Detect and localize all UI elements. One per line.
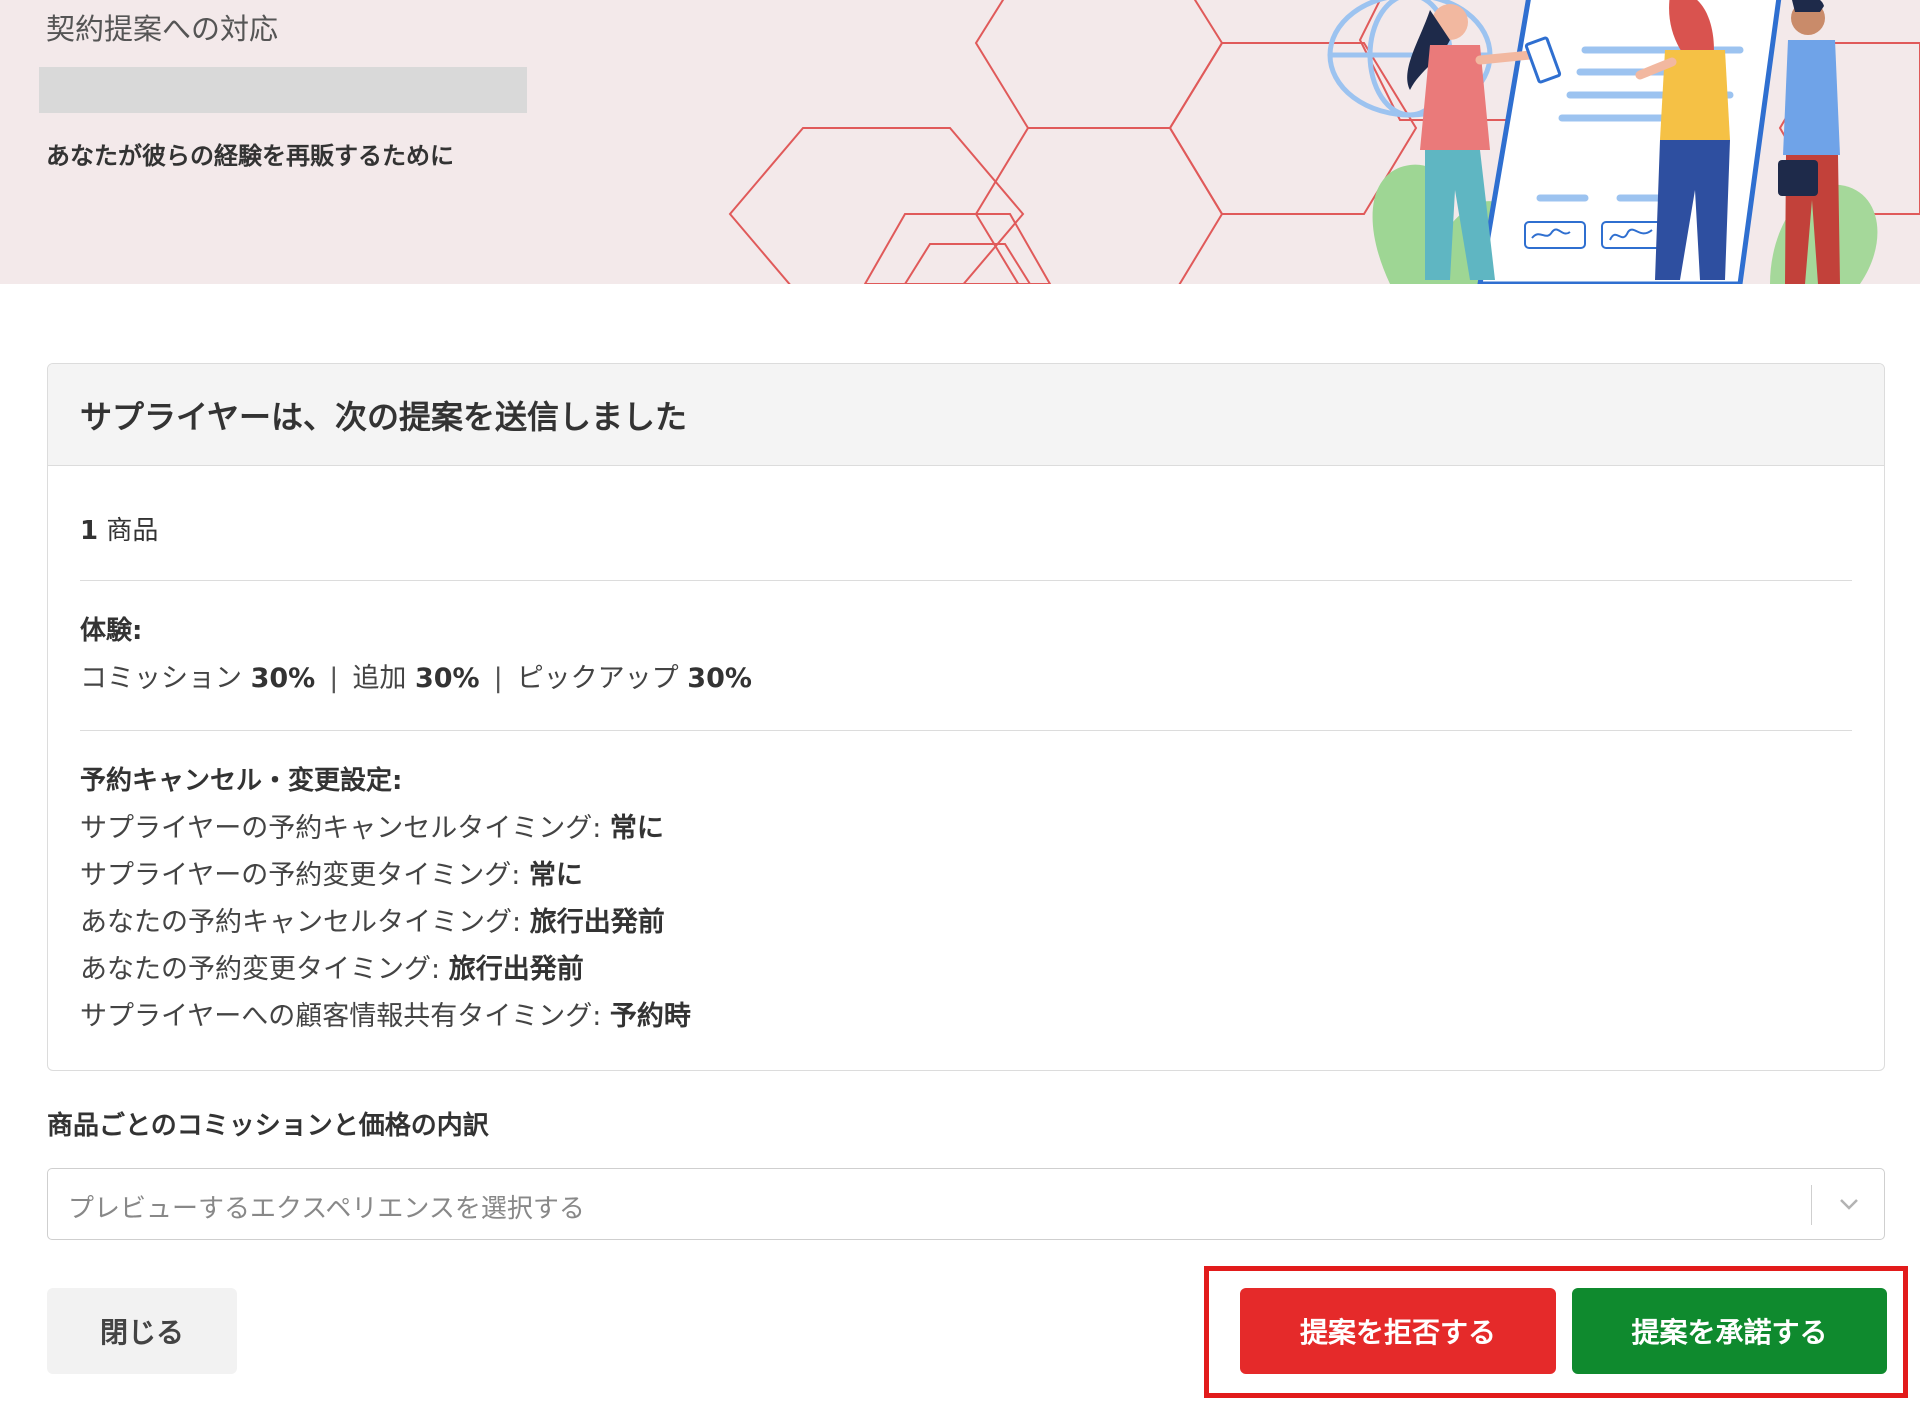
proposal-title: サプライヤーは、次の提案を送信しました <box>80 397 688 436</box>
commission-name: コミッション <box>80 663 242 694</box>
setting-value: 常に <box>609 813 664 844</box>
breakdown-label: 商品ごとのコミッションと価格の内訳 <box>47 1111 489 1141</box>
setting-name: あなたの予約変更タイミング: <box>80 954 441 985</box>
product-count-number: 1 <box>80 516 99 546</box>
setting-name: サプライヤーへの顧客情報共有タイミング: <box>80 1001 602 1032</box>
product-count: 1 商品 <box>80 510 158 547</box>
pickup-value: 30% <box>687 663 752 694</box>
reject-proposal-button[interactable]: 提案を拒否する <box>1240 1288 1556 1374</box>
pickup-name: ピックアップ <box>516 663 679 694</box>
experience-commission-line: コミッション 30% | 追加 30% | ピックアップ 30% <box>80 656 752 695</box>
proposal-card: サプライヤーは、次の提案を送信しました 1 商品 体験: コミッション 30% |… <box>47 363 1885 1071</box>
setting-value: 予約時 <box>609 1001 691 1032</box>
setting-row: あなたの予約キャンセルタイミング: 旅行出発前 <box>80 900 665 939</box>
setting-name: サプライヤーの予約変更タイミング: <box>80 860 521 891</box>
experience-preview-select[interactable]: プレビューするエクスペリエンスを選択する <box>47 1168 1885 1240</box>
close-button[interactable]: 閉じる <box>47 1288 237 1374</box>
experience-label: 体験: <box>80 616 143 646</box>
addon-name: 追加 <box>352 663 407 694</box>
setting-row: あなたの予約変更タイミング: 旅行出発前 <box>80 947 584 986</box>
header-banner: 契約提案への対応 あなたが彼らの経験を再販するために <box>0 0 1920 284</box>
proposal-card-header: サプライヤーは、次の提案を送信しました <box>48 364 1884 466</box>
separator: | <box>493 663 503 694</box>
setting-value: 旅行出発前 <box>529 907 665 938</box>
setting-name: あなたの予約キャンセルタイミング: <box>80 907 522 938</box>
setting-row: サプライヤーへの顧客情報共有タイミング: 予約時 <box>80 994 691 1033</box>
setting-value: 常に <box>528 860 583 891</box>
select-divider <box>1811 1185 1812 1225</box>
divider <box>80 730 1852 731</box>
addon-value: 30% <box>414 663 480 694</box>
page-title: 契約提案への対応 <box>46 12 279 46</box>
product-count-unit: 商品 <box>106 516 159 546</box>
separator: | <box>329 663 339 694</box>
page-subtitle: あなたが彼らの経験を再販するために <box>46 142 454 170</box>
accept-proposal-button[interactable]: 提案を承諾する <box>1572 1288 1887 1374</box>
contract-illustration <box>1327 0 1878 284</box>
supplier-name-placeholder <box>39 67 527 113</box>
commission-value: 30% <box>250 663 316 694</box>
chevron-down-icon[interactable] <box>1836 1191 1862 1217</box>
setting-name: サプライヤーの予約キャンセルタイミング: <box>80 813 602 844</box>
setting-row: サプライヤーの予約キャンセルタイミング: 常に <box>80 806 664 845</box>
divider <box>80 580 1852 581</box>
setting-value: 旅行出発前 <box>448 954 584 985</box>
select-placeholder: プレビューするエクスペリエンスを選択する <box>68 1194 585 1224</box>
cancellation-settings-label: 予約キャンセル・変更設定: <box>80 766 403 796</box>
setting-row: サプライヤーの予約変更タイミング: 常に <box>80 853 583 892</box>
